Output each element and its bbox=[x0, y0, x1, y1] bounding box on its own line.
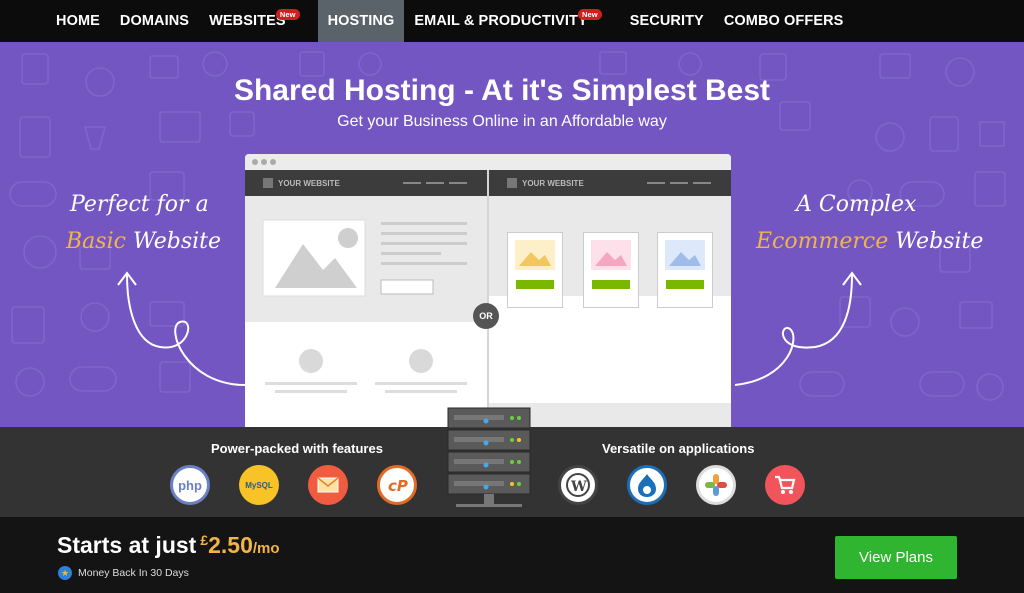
browser-dot bbox=[252, 159, 258, 165]
menu-lines bbox=[403, 182, 467, 184]
left-caption-rest: Website bbox=[132, 229, 222, 254]
browser-dot bbox=[261, 159, 267, 165]
website-mockup: YOUR WEBSITE YOUR WEBSITE bbox=[245, 154, 731, 427]
nav-hosting[interactable]: HOSTING bbox=[317, 0, 405, 42]
server-rack-icon bbox=[447, 407, 531, 507]
pricing-bar: Starts at just £2.50/mo ★ Money Back In 3… bbox=[0, 517, 1024, 593]
price-prefix: Starts at just bbox=[57, 532, 197, 558]
right-caption-highlight: Ecommerce bbox=[756, 229, 889, 254]
nav-domains-label: DOMAINS bbox=[119, 13, 190, 29]
nav-websites[interactable]: WEBSITES New bbox=[199, 0, 300, 42]
top-nav: HOME DOMAINS WEBSITES New HOSTING EMAIL &… bbox=[0, 0, 1024, 42]
price-period: /mo bbox=[252, 540, 280, 557]
nav-home[interactable]: HOME bbox=[46, 0, 110, 42]
product-card bbox=[657, 232, 713, 308]
logo-placeholder bbox=[507, 178, 517, 188]
applications-label: Versatile on applications bbox=[602, 441, 755, 456]
cart-icon bbox=[765, 465, 805, 505]
logo-placeholder bbox=[263, 178, 273, 188]
price-currency: £ bbox=[200, 532, 209, 548]
left-curved-arrow bbox=[117, 271, 246, 386]
svg-text:W: W bbox=[570, 479, 587, 495]
ecommerce-pane-header: YOUR WEBSITE bbox=[489, 170, 731, 196]
product-card bbox=[507, 232, 563, 308]
features-label: Power-packed with features bbox=[211, 441, 383, 456]
basic-pane-header: YOUR WEBSITE bbox=[245, 170, 487, 196]
product-card bbox=[583, 232, 639, 308]
nav-websites-label: WEBSITES bbox=[209, 13, 286, 29]
wordpress-icon: W bbox=[558, 465, 598, 505]
mysql-icon: MySQL bbox=[239, 465, 279, 505]
browser-toolbar bbox=[245, 154, 731, 170]
hero-subtitle: Get your Business Online in an Affordabl… bbox=[337, 113, 667, 130]
drupal-icon bbox=[627, 465, 667, 505]
right-caption-line2: Ecommerce Website bbox=[756, 229, 983, 254]
new-badge: New bbox=[577, 9, 602, 20]
basic-pane-header-label: YOUR WEBSITE bbox=[278, 178, 340, 188]
money-back-guarantee: ★ Money Back In 30 Days bbox=[58, 566, 189, 580]
nav-security[interactable]: SECURITY bbox=[620, 0, 714, 42]
basic-website-pane: YOUR WEBSITE bbox=[245, 170, 487, 427]
svg-text:cP: cP bbox=[388, 477, 408, 495]
nav-combo-offers[interactable]: COMBO OFFERS bbox=[714, 0, 854, 42]
ecommerce-website-pane: YOUR WEBSITE 1 bbox=[489, 170, 731, 427]
nav-email-productivity[interactable]: EMAIL & PRODUCTIVITY New bbox=[404, 0, 602, 42]
joomla-icon bbox=[696, 465, 736, 505]
price-amount: 2.50 bbox=[208, 532, 253, 558]
nav-home-label: HOME bbox=[56, 13, 100, 29]
nav-combo-label: COMBO OFFERS bbox=[723, 13, 844, 29]
money-back-text: Money Back In 30 Days bbox=[78, 567, 189, 579]
nav-domains[interactable]: DOMAINS bbox=[110, 0, 199, 42]
php-icon-text: php bbox=[178, 477, 202, 493]
star-badge-icon: ★ bbox=[58, 566, 72, 580]
nav-hosting-label: HOSTING bbox=[327, 13, 395, 29]
left-caption-highlight: Basic bbox=[66, 229, 126, 254]
ecommerce-pane-header-label: YOUR WEBSITE bbox=[522, 178, 584, 188]
browser-dot bbox=[270, 159, 276, 165]
cpanel-icon: cP bbox=[377, 465, 417, 505]
new-badge: New bbox=[275, 9, 300, 20]
left-caption-line1: Perfect for a bbox=[70, 192, 209, 217]
hero-banner: Shared Hosting - At it's Simplest Best G… bbox=[0, 42, 1024, 427]
right-curved-arrow bbox=[734, 271, 862, 386]
hero-title: Shared Hosting - At it's Simplest Best bbox=[233, 74, 771, 107]
or-badge: OR bbox=[473, 303, 499, 329]
email-icon bbox=[308, 465, 348, 505]
mysql-icon-text: MySQL bbox=[245, 480, 273, 490]
basic-layout-illustration bbox=[245, 219, 487, 427]
nav-email-label: EMAIL & PRODUCTIVITY bbox=[414, 13, 588, 29]
view-plans-button[interactable]: View Plans bbox=[835, 536, 957, 579]
product-grid-area bbox=[489, 296, 731, 403]
left-caption-line2: Basic Website bbox=[66, 229, 221, 254]
nav-security-label: SECURITY bbox=[629, 13, 704, 29]
menu-lines bbox=[647, 182, 711, 184]
php-icon: php bbox=[170, 465, 210, 505]
right-caption-rest: Website bbox=[895, 229, 984, 254]
price-line: Starts at just £2.50/mo bbox=[57, 532, 280, 559]
right-caption-line1: A Complex bbox=[796, 192, 917, 217]
